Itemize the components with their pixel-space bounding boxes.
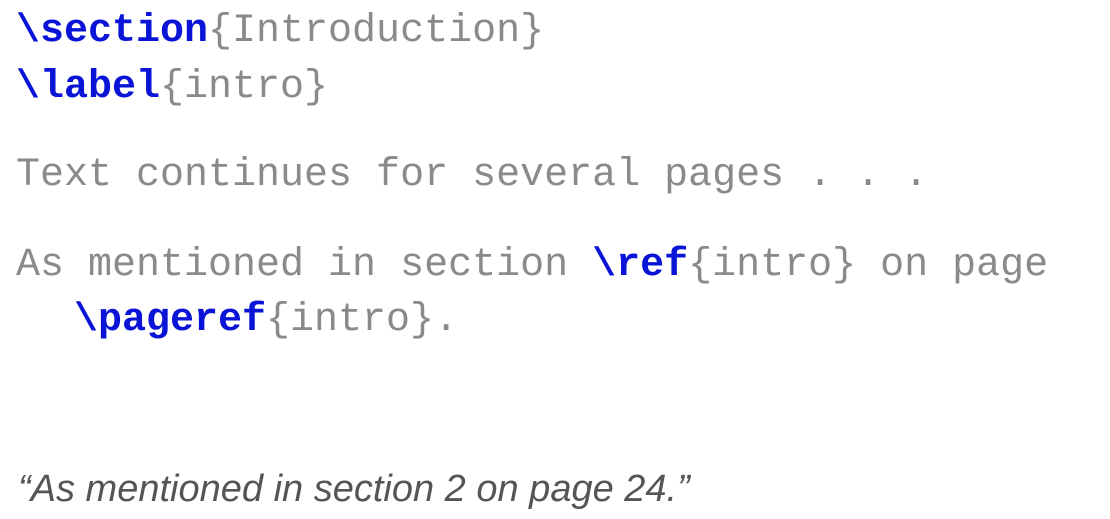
ref-argument: {intro} bbox=[688, 243, 857, 288]
rendered-output-quote: “As mentioned in section 2 on page 24.” bbox=[18, 468, 690, 510]
ref-text-after: on page bbox=[856, 243, 1049, 288]
label-argument: {intro} bbox=[160, 65, 329, 110]
pageref-command: \pageref bbox=[74, 298, 267, 343]
code-line-section: \section{Introduction} bbox=[16, 8, 544, 56]
section-command: \section bbox=[16, 9, 209, 54]
ref-text-before: As mentioned in section bbox=[16, 243, 593, 288]
label-command: \label bbox=[16, 65, 161, 110]
body-text: Text continues for several pages . . . bbox=[16, 153, 929, 198]
ref-command: \ref bbox=[592, 243, 689, 288]
pageref-argument: {intro} bbox=[266, 298, 435, 343]
code-line-text: Text continues for several pages . . . bbox=[16, 152, 928, 200]
code-line-label: \label{intro} bbox=[16, 64, 328, 112]
code-line-ref: As mentioned in section \ref{intro} on p… bbox=[16, 242, 1048, 290]
code-line-pageref: \pageref{intro}. bbox=[74, 297, 458, 345]
pageref-text-after: . bbox=[434, 298, 459, 343]
section-argument: {Introduction} bbox=[208, 9, 545, 54]
